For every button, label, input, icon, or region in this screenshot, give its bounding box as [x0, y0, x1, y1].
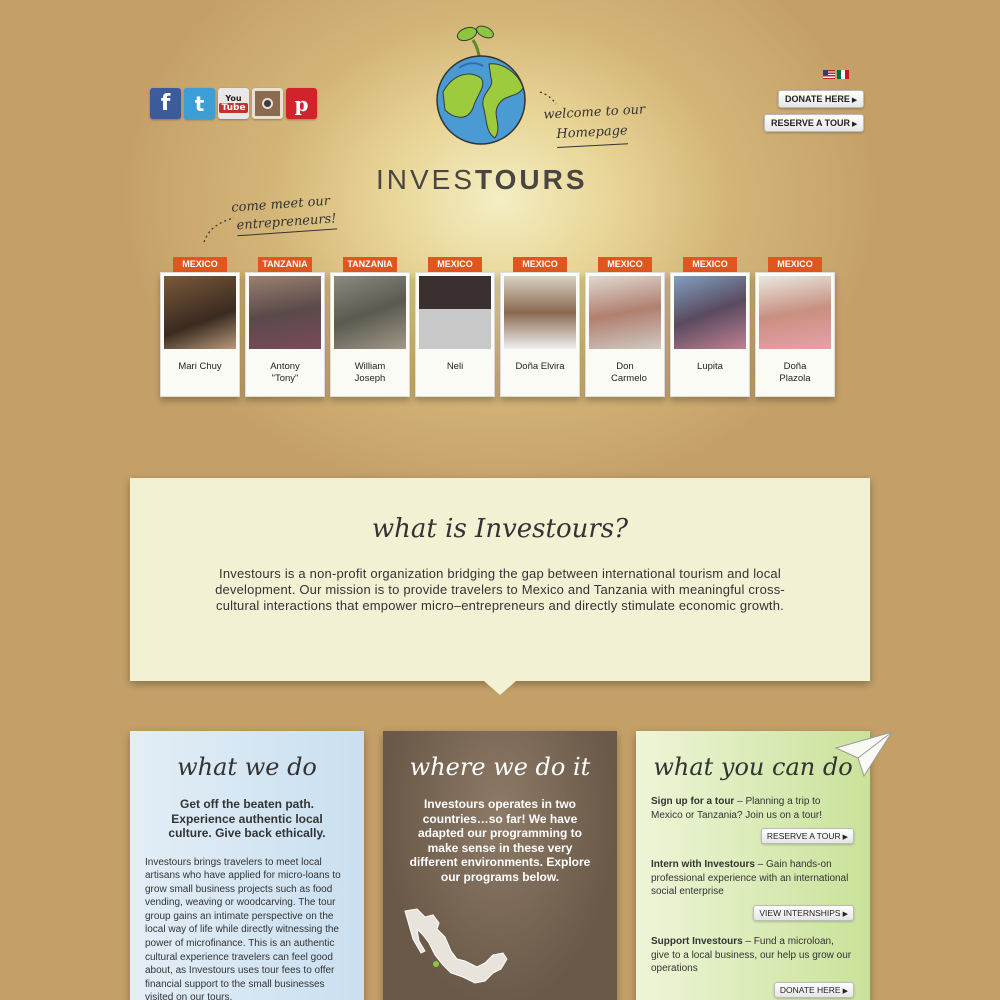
action-item: Sign up for a tour – Planning a trip to … [636, 795, 870, 822]
facebook-icon[interactable]: f [150, 88, 181, 119]
caret-right-icon: ▶ [842, 910, 848, 918]
action-item: Intern with Investours – Gain hands-on p… [636, 858, 870, 899]
entrepreneur-list: MEXICO Mari Chuy TANZANIA Antony "Tony" … [160, 257, 835, 397]
country-tag: MEXICO [428, 257, 482, 272]
country-tag: TANZANIA [343, 257, 397, 272]
button-label: VIEW INTERNSHIPS [759, 907, 841, 918]
pointer-arrow [484, 681, 516, 695]
caret-right-icon: ▶ [851, 97, 858, 104]
entrepreneur-card[interactable]: MEXICO Don Carmelo [585, 257, 665, 397]
twitter-icon[interactable]: t [184, 88, 215, 119]
instagram-icon[interactable] [252, 88, 283, 119]
welcome-line2: Homepage [555, 121, 629, 149]
globe-logo-icon[interactable] [433, 22, 529, 148]
entrepreneur-card[interactable]: TANZANIA Antony "Tony" [245, 257, 325, 397]
donate-button-label: DONATE HERE [785, 94, 850, 104]
entrepreneur-photo [504, 276, 576, 349]
caret-right-icon: ▶ [852, 121, 858, 128]
welcome-line1: welcome to our [543, 102, 646, 123]
us-flag-icon[interactable] [823, 70, 835, 79]
action-item: Support Investours – Fund a microloan, g… [636, 935, 870, 976]
action-title: Support Investours [651, 935, 743, 947]
reserve-tour-button[interactable]: RESERVE A TOUR ▶ [764, 114, 865, 132]
logo-light: INVES [376, 164, 476, 195]
where-we-do-it-panel: where we do it Investours operates in tw… [383, 731, 617, 1000]
pinterest-icon[interactable]: p [286, 88, 317, 119]
mexico-flag-icon[interactable] [837, 70, 849, 79]
view-internships-button[interactable]: VIEW INTERNSHIPS ▶ [753, 904, 854, 921]
paper-plane-icon [834, 731, 894, 778]
panel-lead: Investours operates in two countries…so … [409, 797, 591, 884]
reserve-tour-button[interactable]: RESERVE A TOUR ▶ [760, 828, 854, 845]
caret-right-icon: ▶ [842, 834, 848, 842]
what-we-do-panel: what we do Get off the beaten path. Expe… [130, 731, 364, 1000]
button-label: RESERVE A TOUR [766, 831, 841, 842]
country-tag: MEXICO [683, 257, 737, 272]
entrepreneur-photo [674, 276, 746, 349]
dotted-arrow-icon [203, 217, 235, 243]
entrepreneur-name: Doña Plazola [779, 361, 811, 384]
entrepreneur-card[interactable]: MEXICO Neli [415, 257, 495, 397]
entrepreneur-card[interactable]: MEXICO Doña Elvira [500, 257, 580, 397]
entrepreneur-card[interactable]: MEXICO Lupita [670, 257, 750, 397]
country-tag: MEXICO [768, 257, 822, 272]
country-tag: MEXICO [513, 257, 567, 272]
camera-lens-icon [262, 98, 273, 109]
site-logo[interactable]: INVESTOURS [376, 164, 588, 196]
entrepreneur-name: Don Carmelo [611, 361, 647, 384]
social-links: f t You Tube p [150, 88, 317, 119]
entrepreneur-photo [419, 276, 491, 349]
action-title: Intern with Investours [651, 859, 755, 871]
logo-bold: TOURS [475, 164, 588, 195]
mission-text: Investours is a non-profit organization … [215, 566, 785, 613]
country-tag: MEXICO [598, 257, 652, 272]
entrepreneur-card[interactable]: MEXICO Doña Plazola [755, 257, 835, 397]
youtube-icon-badge: Tube [219, 103, 248, 113]
entrepreneur-name: Neli [446, 361, 464, 372]
action-title: Sign up for a tour [651, 796, 735, 807]
donate-button[interactable]: DONATE HERE ▶ [778, 90, 865, 108]
youtube-icon[interactable]: You Tube [218, 88, 249, 119]
entrepreneur-name: Antony "Tony" [270, 361, 300, 384]
caret-right-icon: ▶ [842, 987, 848, 995]
entrepreneur-photo [249, 276, 321, 349]
section-title: what is Investours? [371, 514, 629, 544]
come-meet-note: come meet our entrepreneurs! [231, 192, 338, 237]
entrepreneur-card[interactable]: TANZANIA William Joseph [330, 257, 410, 397]
dotted-arrow-icon [539, 91, 557, 105]
language-flags [823, 70, 849, 79]
entrepreneur-name: William Joseph [354, 361, 386, 384]
panel-text: Investours brings travelers to meet loca… [145, 856, 341, 1000]
what-is-section: what is Investours? Investours is a non-… [130, 478, 870, 681]
entrepreneur-card[interactable]: MEXICO Mari Chuy [160, 257, 240, 397]
youtube-icon-text: You [225, 94, 242, 103]
entrepreneur-name: Mari Chuy [178, 361, 222, 372]
button-label: DONATE HERE [779, 984, 841, 995]
panel-lead: Get off the beaten path. Experience auth… [168, 797, 326, 840]
reserve-tour-button-label: RESERVE A TOUR [771, 118, 851, 128]
panel-title: what we do [177, 753, 317, 781]
welcome-note: welcome to our Homepage [543, 100, 647, 149]
entrepreneur-name: Lupita [697, 361, 723, 372]
country-tag: TANZANIA [258, 257, 312, 272]
entrepreneur-name: Doña Elvira [515, 361, 565, 372]
entrepreneur-photo [334, 276, 406, 349]
donate-button[interactable]: DONATE HERE ▶ [773, 981, 854, 998]
entrepreneur-photo [759, 276, 831, 349]
mexico-map-icon[interactable] [403, 907, 523, 997]
panel-title: where we do it [409, 753, 591, 781]
entrepreneur-photo [164, 276, 236, 349]
entrepreneur-photo [589, 276, 661, 349]
country-tag: MEXICO [173, 257, 227, 272]
